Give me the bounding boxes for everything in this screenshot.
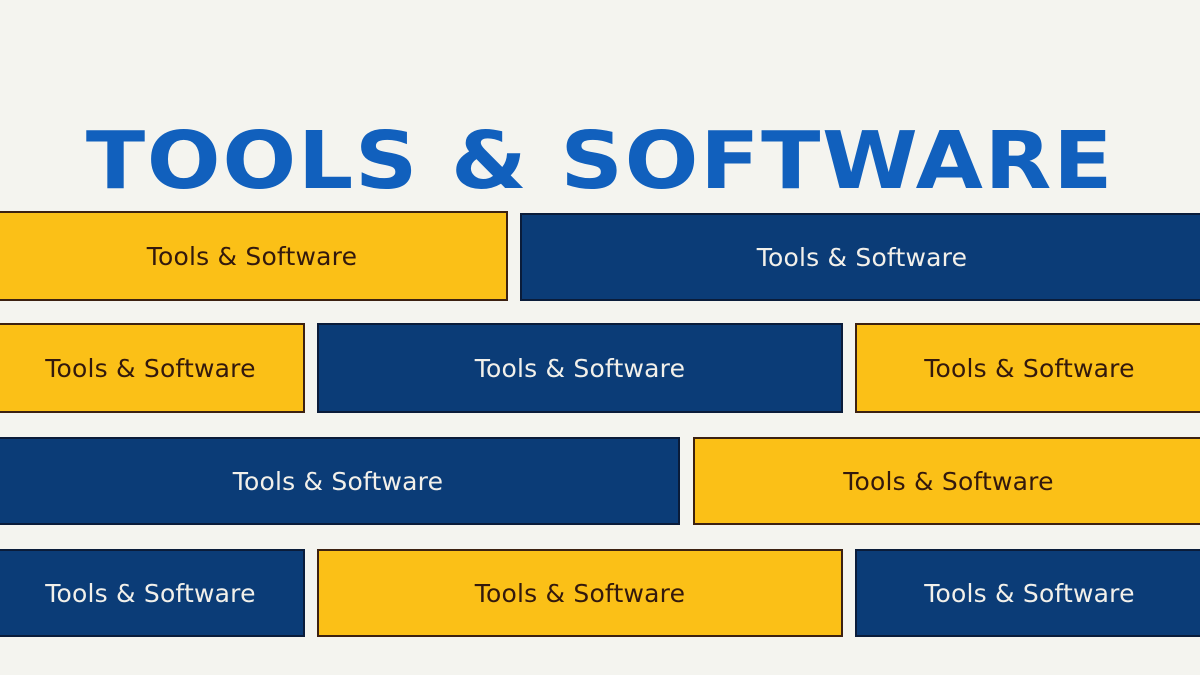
page-title: TOOLS & SOFTWARE xyxy=(85,114,1115,207)
tool-bar-label: Tools & Software xyxy=(756,242,968,272)
tool-bar-label: Tools & Software xyxy=(232,466,444,496)
slide-canvas: TOOLS & SOFTWARE Tools & Software Tools &… xyxy=(0,0,1200,675)
tool-bar-4-3[interactable]: Tools & Software xyxy=(855,549,1200,637)
tool-bar-label: Tools & Software xyxy=(924,578,1135,608)
tool-bar-label: Tools & Software xyxy=(474,578,686,608)
tool-bar-2-3[interactable]: Tools & Software xyxy=(855,323,1200,413)
tool-bar-label: Tools & Software xyxy=(45,578,256,608)
tool-bar-4-2[interactable]: Tools & Software xyxy=(317,549,843,637)
tool-bar-1-1[interactable]: Tools & Software xyxy=(0,211,508,301)
tool-bar-3-2[interactable]: Tools & Software xyxy=(693,437,1200,525)
tool-bar-2-1[interactable]: Tools & Software xyxy=(0,323,305,413)
tool-bar-4-1[interactable]: Tools & Software xyxy=(0,549,305,637)
tool-bar-2-2[interactable]: Tools & Software xyxy=(317,323,843,413)
tool-bar-label: Tools & Software xyxy=(924,353,1135,383)
tool-bar-1-2[interactable]: Tools & Software xyxy=(520,213,1200,301)
tool-bar-3-1[interactable]: Tools & Software xyxy=(0,437,680,525)
tool-bar-label: Tools & Software xyxy=(45,353,256,383)
tool-bar-label: Tools & Software xyxy=(843,466,1054,496)
tool-bar-label: Tools & Software xyxy=(474,353,686,383)
tool-bar-label: Tools & Software xyxy=(146,241,358,271)
